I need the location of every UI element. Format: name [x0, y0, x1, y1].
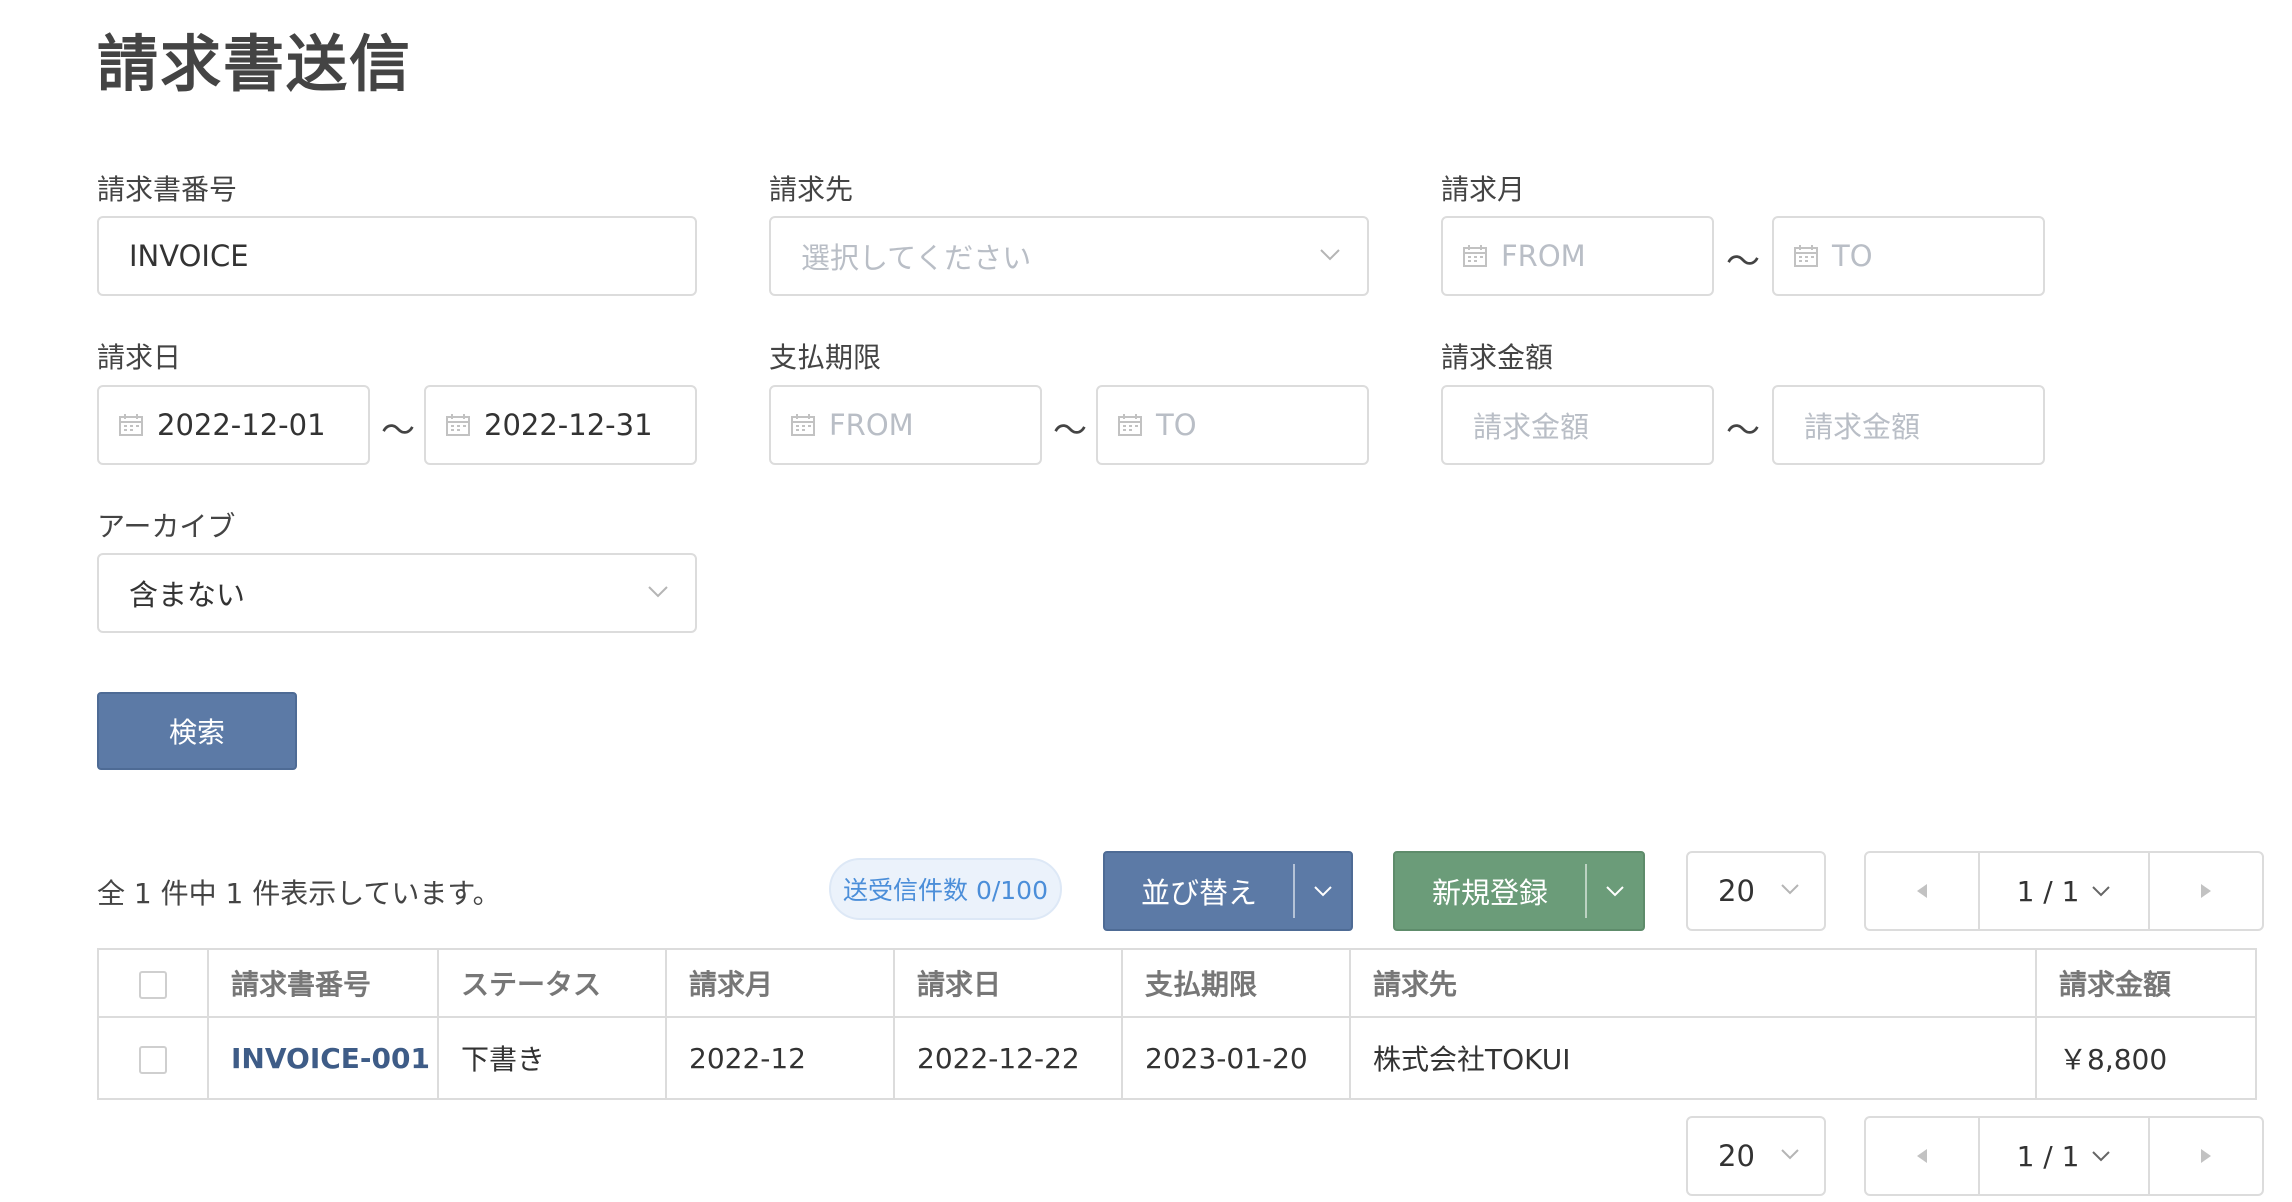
prev-page-button[interactable]: [1866, 1118, 1978, 1194]
page-select[interactable]: 1 / 1: [1978, 1118, 2150, 1194]
results-summary: 全 1 件中 1 件表示しています。: [97, 877, 501, 910]
caret-left-icon: [1917, 884, 1927, 898]
calendar-icon: [791, 414, 815, 436]
new-register-button[interactable]: 新規登録: [1393, 851, 1645, 931]
range-separator: 〜: [381, 411, 415, 451]
per-page-select-bottom[interactable]: 20: [1686, 1116, 1826, 1196]
billing-amount-from-input[interactable]: 請求金額: [1441, 385, 1714, 465]
invoice-link[interactable]: INVOICE-001: [231, 1042, 430, 1075]
archive-label: アーカイブ: [97, 510, 236, 543]
payment-due-to-placeholder: TO: [1156, 408, 1197, 442]
billing-to-select[interactable]: 選択してください: [769, 216, 1369, 296]
table-row: INVOICE-001 下書き 2022-12 2022-12-22 2023-…: [97, 1016, 2257, 1100]
row-select-cell: [97, 1016, 209, 1100]
chevron-down-icon: [2092, 886, 2111, 897]
send-count-badge: 送受信件数 0/100: [829, 858, 1062, 920]
calendar-icon: [1794, 245, 1818, 267]
billing-month-from-placeholder: FROM: [1501, 239, 1586, 273]
column-header[interactable]: 請求金額: [2035, 948, 2257, 1018]
payment-due-from-placeholder: FROM: [829, 408, 914, 442]
chevron-down-icon: [1314, 886, 1332, 897]
per-page-select[interactable]: 20: [1686, 851, 1826, 931]
billing-date-from-input[interactable]: 2022-12-01: [97, 385, 370, 465]
invoice-number-input[interactable]: INVOICE: [97, 216, 697, 296]
sort-button-label: 並び替え: [1140, 876, 1257, 910]
billing-amount-to-placeholder: 請求金額: [1804, 410, 1921, 444]
column-header[interactable]: 支払期限: [1121, 948, 1351, 1018]
billing-month-to-placeholder: TO: [1832, 239, 1873, 273]
column-header[interactable]: 請求月: [665, 948, 895, 1018]
sort-dropdown-toggle[interactable]: [1295, 885, 1351, 897]
search-button-label: 検索: [168, 716, 225, 749]
column-header[interactable]: 請求先: [1349, 948, 2037, 1018]
range-separator: 〜: [1726, 411, 1760, 451]
billing-to-label: 請求先: [769, 173, 854, 206]
billing-date-cell: 2022-12-22: [893, 1016, 1123, 1100]
next-page-button[interactable]: [2150, 853, 2262, 929]
range-separator: 〜: [1726, 242, 1760, 282]
column-header[interactable]: ステータス: [437, 948, 667, 1018]
billing-date-label: 請求日: [97, 341, 182, 374]
payment-due-from-input[interactable]: FROM: [769, 385, 1042, 465]
calendar-icon: [1463, 245, 1487, 267]
billing-month-to-input[interactable]: TO: [1772, 216, 2045, 296]
billing-date-to-value: 2022-12-31: [484, 408, 653, 442]
payment-due-cell: 2023-01-20: [1121, 1016, 1351, 1100]
select-all-checkbox[interactable]: [139, 970, 167, 999]
new-register-button-label: 新規登録: [1431, 876, 1548, 910]
range-separator: 〜: [1053, 411, 1087, 451]
per-page-value: 20: [1718, 1139, 1755, 1173]
invoice-number-label: 請求書番号: [97, 173, 238, 206]
billing-date-from-value: 2022-12-01: [157, 408, 326, 442]
chevron-down-icon: [1320, 249, 1340, 261]
billing-amount-label: 請求金額: [1441, 341, 1554, 374]
page-title: 請求書送信: [97, 29, 413, 100]
calendar-icon: [1118, 414, 1142, 436]
payment-due-label: 支払期限: [769, 341, 882, 374]
billing-to-placeholder: 選択してください: [801, 241, 1032, 275]
billing-to-cell: 株式会社TOKUI: [1349, 1016, 2037, 1100]
archive-select[interactable]: 含まない: [97, 553, 697, 633]
prev-page-button[interactable]: [1866, 853, 1978, 929]
page-indicator: 1 / 1: [2016, 1139, 2080, 1173]
chevron-down-icon: [1606, 886, 1624, 897]
billing-amount-to-input[interactable]: 請求金額: [1772, 385, 2045, 465]
select-all-cell: [97, 948, 209, 1018]
search-button[interactable]: 検索: [97, 692, 297, 770]
row-checkbox[interactable]: [139, 1045, 167, 1074]
chevron-down-icon: [1781, 1149, 1799, 1160]
status-cell: 下書き: [437, 1016, 667, 1100]
caret-right-icon: [2201, 884, 2211, 898]
invoice-number-value: INVOICE: [129, 239, 249, 273]
billing-month-label: 請求月: [1441, 173, 1526, 206]
payment-due-to-input[interactable]: TO: [1096, 385, 1369, 465]
invoice-table: 請求書番号 ステータス 請求月 請求日 支払期限 請求先 請求金額 INVOIC…: [97, 948, 2257, 1100]
chevron-down-icon: [1781, 884, 1799, 895]
next-page-button[interactable]: [2150, 1118, 2262, 1194]
billing-month-cell: 2022-12: [665, 1016, 895, 1100]
page-select[interactable]: 1 / 1: [1978, 853, 2150, 929]
billing-amount-cell: ￥8,800: [2035, 1016, 2257, 1100]
table-header-row: 請求書番号 ステータス 請求月 請求日 支払期限 請求先 請求金額: [97, 948, 2257, 1018]
page-indicator: 1 / 1: [2016, 874, 2080, 908]
archive-value: 含まない: [129, 578, 246, 612]
caret-right-icon: [2201, 1149, 2211, 1163]
per-page-value: 20: [1718, 874, 1755, 908]
pagination: 1 / 1: [1864, 851, 2264, 931]
send-count-badge-text: 送受信件数 0/100: [843, 876, 1048, 905]
invoice-number-cell: INVOICE-001: [207, 1016, 439, 1100]
billing-month-from-input[interactable]: FROM: [1441, 216, 1714, 296]
new-register-dropdown-toggle[interactable]: [1587, 885, 1643, 897]
column-header[interactable]: 請求書番号: [207, 948, 439, 1018]
calendar-icon: [119, 414, 143, 436]
pagination-bottom: 1 / 1: [1864, 1116, 2264, 1196]
chevron-down-icon: [648, 586, 668, 598]
billing-amount-from-placeholder: 請求金額: [1473, 410, 1590, 444]
chevron-down-icon: [2092, 1151, 2111, 1162]
sort-button[interactable]: 並び替え: [1103, 851, 1353, 931]
billing-date-to-input[interactable]: 2022-12-31: [424, 385, 697, 465]
column-header[interactable]: 請求日: [893, 948, 1123, 1018]
calendar-icon: [446, 414, 470, 436]
caret-left-icon: [1917, 1149, 1927, 1163]
